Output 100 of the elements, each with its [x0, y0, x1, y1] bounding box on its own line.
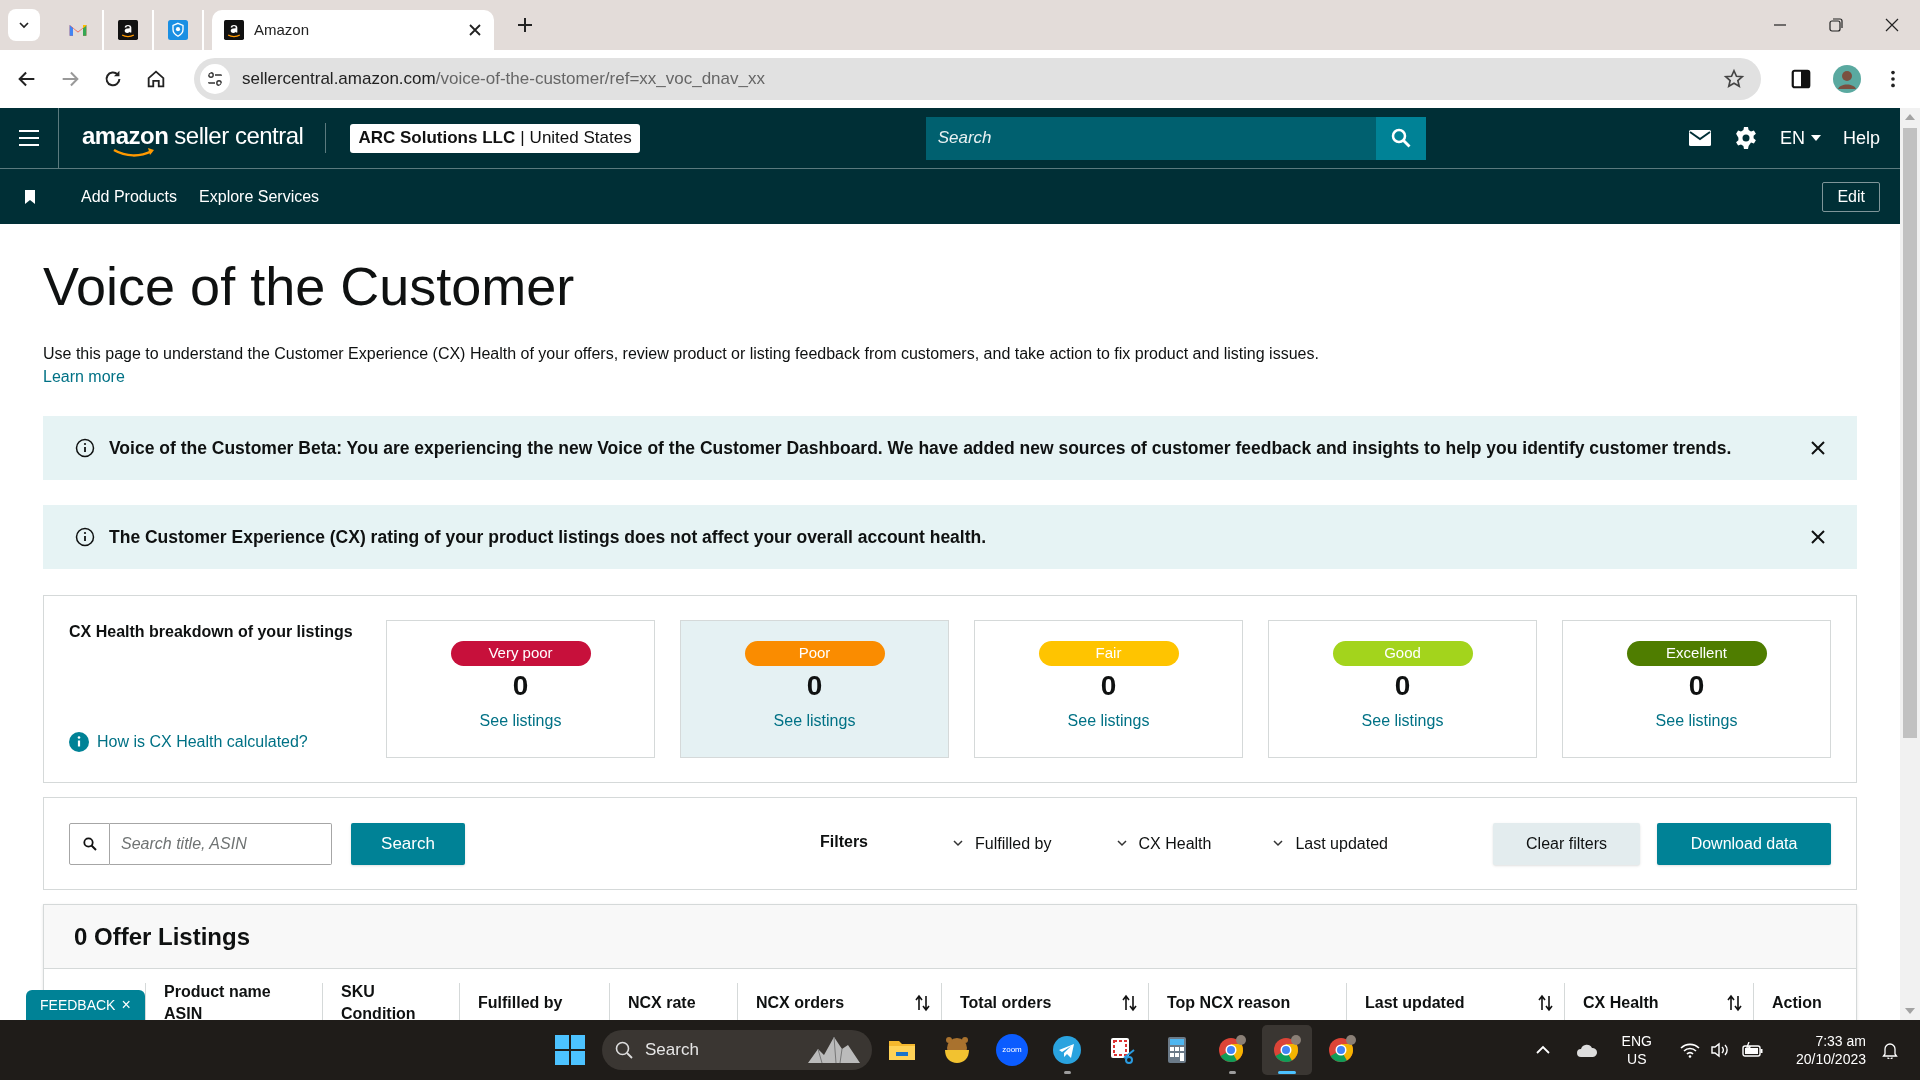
close-icon[interactable]	[1811, 530, 1825, 544]
rating-badge: Very poor	[450, 641, 591, 666]
settings-icon[interactable]	[1733, 126, 1758, 150]
zoom-app-icon: zoom	[996, 1034, 1028, 1066]
search-icon	[1390, 128, 1411, 148]
rating-badge: Fair	[1038, 641, 1179, 666]
chevron-down-icon	[953, 840, 963, 847]
see-listings-link[interactable]: See listings	[773, 709, 856, 733]
bookmark-icon[interactable]	[24, 189, 36, 204]
chevron-down-icon	[1273, 840, 1284, 847]
see-listings-link[interactable]: See listings	[1067, 709, 1150, 733]
see-listings-link[interactable]: See listings	[479, 709, 562, 733]
rating-badge: Poor	[744, 641, 885, 666]
address-bar[interactable]: sellercentral.amazon.com/voice-of-the-customer/ref=xx_voc_dnav_xx	[194, 58, 1761, 100]
account-switcher[interactable]: ARC Solutions LLC | United States	[350, 123, 640, 153]
card-title: CX Health breakdown of your listings	[69, 622, 353, 642]
edit-button[interactable]: Edit	[1822, 181, 1880, 212]
see-listings-link[interactable]: See listings	[1361, 709, 1444, 733]
help-link[interactable]: Help	[1842, 124, 1880, 152]
rating-tile[interactable]: Poor 0 See listings	[680, 620, 949, 758]
info-icon	[69, 732, 89, 752]
battery-icon[interactable]	[1741, 1042, 1764, 1058]
mountain-icon	[808, 1035, 860, 1065]
rating-badge: Good	[1332, 641, 1473, 666]
filters-label: Filters	[820, 831, 868, 852]
url-text: sellercentral.amazon.com/voice-of-the-customer/ref=xx_voc_dnav_xx	[242, 68, 765, 91]
profile-avatar-icon[interactable]	[1833, 65, 1861, 93]
filter-dropdown[interactable]: Fulfilled by	[953, 831, 1052, 856]
clear-filters-button[interactable]: Clear filters	[1493, 822, 1640, 865]
chevron-up-icon[interactable]	[1535, 1045, 1550, 1055]
search-icon	[615, 1041, 633, 1059]
bookmark-star-icon[interactable]	[1723, 68, 1745, 90]
sort-arrows-icon[interactable]	[1727, 994, 1743, 1012]
tab-list-caret-icon[interactable]	[8, 9, 40, 41]
search-button[interactable]	[1375, 116, 1426, 160]
restore-icon[interactable]	[1828, 17, 1844, 33]
clock[interactable]: 7:33 am 20/10/2023	[1795, 1032, 1866, 1068]
close-icon[interactable]	[1811, 441, 1825, 455]
smile-arrow-icon	[112, 148, 156, 158]
count-text: 0	[806, 669, 823, 703]
download-button[interactable]: Download data	[1657, 822, 1831, 865]
letter-a-icon	[118, 20, 138, 40]
filter-dropdown[interactable]: Last updated	[1273, 831, 1388, 856]
search-field[interactable]: Search	[925, 116, 1376, 160]
search-button[interactable]: Search	[351, 822, 465, 865]
close-icon[interactable]	[1884, 17, 1900, 33]
speaker-icon[interactable]	[1709, 1042, 1730, 1058]
search-icon	[82, 836, 97, 851]
home-icon[interactable]	[145, 68, 167, 90]
learn-more-link[interactable]: Learn more	[43, 365, 125, 388]
taskbar-app[interactable]: zoom	[987, 1025, 1037, 1075]
letter-a-icon	[224, 20, 244, 40]
close-icon[interactable]	[468, 23, 482, 37]
paper-plane-icon	[1051, 1034, 1083, 1066]
chevron-down-icon	[1116, 840, 1127, 847]
sort-arrows-icon[interactable]	[915, 994, 931, 1012]
description-text: Use this page to understand the Customer Experience (CX) Health of your offers, review product or listing feedback from customers, and take action to fix product and listing issues.	[43, 344, 1320, 364]
tab-title: Amazon	[254, 19, 311, 40]
count-text: 0	[1688, 669, 1705, 703]
filter-dropdown[interactable]: CX Health	[1116, 831, 1212, 856]
menu-icon[interactable]	[18, 129, 40, 147]
shield-icon	[168, 20, 188, 40]
feedback-button[interactable]: FEEDBACK ×	[26, 990, 145, 1020]
banner-text: The Customer Experience (CX) rating of your product listings does not affect your overall account health.	[109, 525, 987, 549]
site-settings-icon[interactable]	[200, 64, 230, 94]
windows-start-icon[interactable]	[555, 1035, 585, 1065]
wifi-icon[interactable]	[1679, 1042, 1700, 1058]
new-tab-plus-icon[interactable]	[516, 16, 534, 34]
browser-tab[interactable]: Amazon	[212, 10, 494, 50]
banner-text: Voice of the Customer Beta: You are experiencing the new Voice of the Customer Dashboard. We have added new sources of customer feedback and insights to help you identify customer trends.	[109, 436, 1732, 460]
rating-tile[interactable]: Excellent 0 See listings	[1562, 620, 1831, 758]
count-text: 0	[1394, 669, 1411, 703]
language-indicator[interactable]: ENG US	[1621, 1032, 1652, 1068]
see-listings-link[interactable]: See listings	[1655, 709, 1738, 733]
nav-link[interactable]: Add Products	[81, 184, 178, 209]
help-link[interactable]: How is CX Health calculated?	[69, 730, 308, 754]
bell-icon[interactable]	[1882, 1041, 1898, 1059]
sort-arrows-icon[interactable]	[1538, 994, 1554, 1012]
caret-icon	[1810, 135, 1821, 141]
search-field[interactable]: Search title, ASIN	[110, 822, 332, 865]
rating-tile[interactable]: Good 0 See listings	[1268, 620, 1537, 758]
logo[interactable]: amazon seller central	[82, 118, 304, 158]
mail-icon[interactable]	[1687, 128, 1712, 148]
rating-badge: Excellent	[1626, 641, 1767, 666]
taskbar-search[interactable]: Search	[602, 1030, 872, 1070]
info-icon	[75, 438, 95, 458]
rating-tile[interactable]: Very poor 0 See listings	[386, 620, 655, 758]
cloud-icon[interactable]	[1575, 1043, 1598, 1057]
listings-title: 0 Offer Listings	[74, 921, 251, 952]
rating-tile[interactable]: Fair 0 See listings	[974, 620, 1243, 758]
info-icon	[75, 527, 95, 547]
side-panel-icon[interactable]	[1790, 68, 1812, 90]
nav-link[interactable]: Explore Services	[199, 184, 320, 209]
scrollbar[interactable]	[1900, 108, 1920, 1020]
taskbar-app[interactable]	[1262, 1025, 1312, 1075]
language-dropdown[interactable]: EN	[1779, 124, 1821, 152]
count-text: 0	[1100, 669, 1117, 703]
count-text: 0	[512, 669, 529, 703]
sort-arrows-icon[interactable]	[1122, 994, 1138, 1012]
page-title: Voice of the Customer	[43, 255, 576, 318]
